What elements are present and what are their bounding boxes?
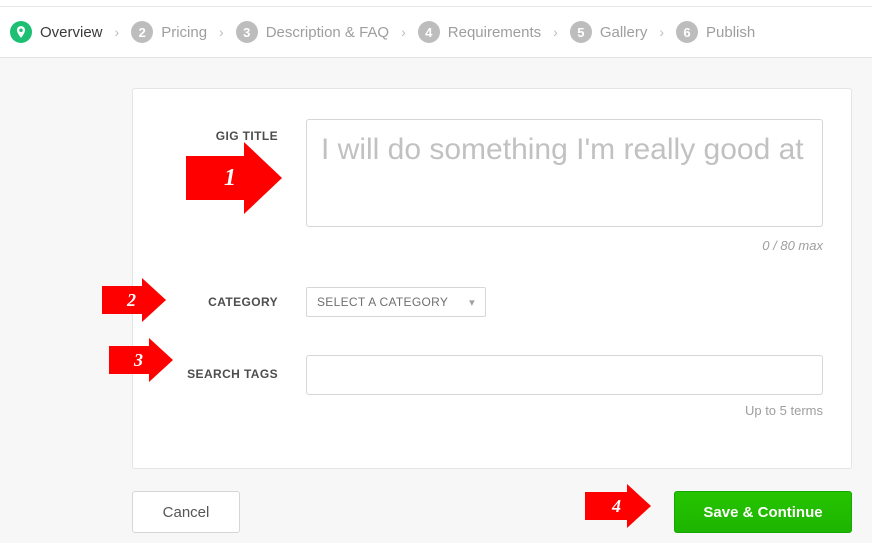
caret-down-icon: ▾	[469, 296, 475, 309]
step-number: 4	[418, 21, 440, 43]
chevron-right-icon: ›	[659, 24, 664, 40]
annotation-arrow-4: 4	[585, 484, 651, 528]
annotation-number: 4	[585, 492, 627, 520]
arrow-right-icon	[627, 484, 651, 528]
step-label: Description & FAQ	[266, 24, 389, 41]
annotation-arrow-3: 3	[109, 338, 173, 382]
category-label: CATEGORY	[208, 295, 278, 309]
step-gallery[interactable]: 5 Gallery	[570, 21, 648, 43]
chevron-right-icon: ›	[401, 24, 406, 40]
annotation-number: 3	[109, 346, 149, 374]
step-label: Overview	[40, 24, 103, 41]
step-pricing[interactable]: 2 Pricing	[131, 21, 207, 43]
progress-stepper: Overview › 2 Pricing › 3 Description & F…	[0, 7, 872, 58]
category-select[interactable]: SELECT A CATEGORY ▾	[306, 287, 486, 317]
step-label: Gallery	[600, 24, 648, 41]
step-label: Pricing	[161, 24, 207, 41]
chevron-right-icon: ›	[115, 24, 120, 40]
gig-title-label: GIG TITLE	[216, 129, 278, 143]
chevron-right-icon: ›	[219, 24, 224, 40]
annotation-number: 1	[186, 156, 244, 200]
step-label: Publish	[706, 24, 755, 41]
step-description[interactable]: 3 Description & FAQ	[236, 21, 389, 43]
step-publish[interactable]: 6 Publish	[676, 21, 755, 43]
arrow-right-icon	[142, 278, 166, 322]
arrow-right-icon	[149, 338, 173, 382]
step-overview[interactable]: Overview	[10, 21, 103, 43]
annotation-number: 2	[102, 286, 142, 314]
step-number: 2	[131, 21, 153, 43]
arrow-right-icon	[244, 142, 282, 214]
gig-title-counter: 0 / 80 max	[306, 238, 823, 253]
cancel-button[interactable]: Cancel	[132, 491, 240, 533]
chevron-right-icon: ›	[553, 24, 558, 40]
annotation-arrow-2: 2	[102, 278, 166, 322]
save-continue-button[interactable]: Save & Continue	[674, 491, 852, 533]
step-label: Requirements	[448, 24, 541, 41]
search-tags-label: SEARCH TAGS	[187, 367, 278, 381]
search-tags-input[interactable]	[306, 355, 823, 395]
category-select-value: SELECT A CATEGORY	[317, 295, 448, 309]
tags-hint: Up to 5 terms	[306, 403, 823, 418]
step-requirements[interactable]: 4 Requirements	[418, 21, 541, 43]
location-pin-icon	[10, 21, 32, 43]
step-number: 3	[236, 21, 258, 43]
gig-title-input[interactable]	[306, 119, 823, 227]
top-spacer	[0, 0, 872, 7]
step-number: 6	[676, 21, 698, 43]
annotation-arrow-1: 1	[186, 142, 282, 214]
step-number: 5	[570, 21, 592, 43]
